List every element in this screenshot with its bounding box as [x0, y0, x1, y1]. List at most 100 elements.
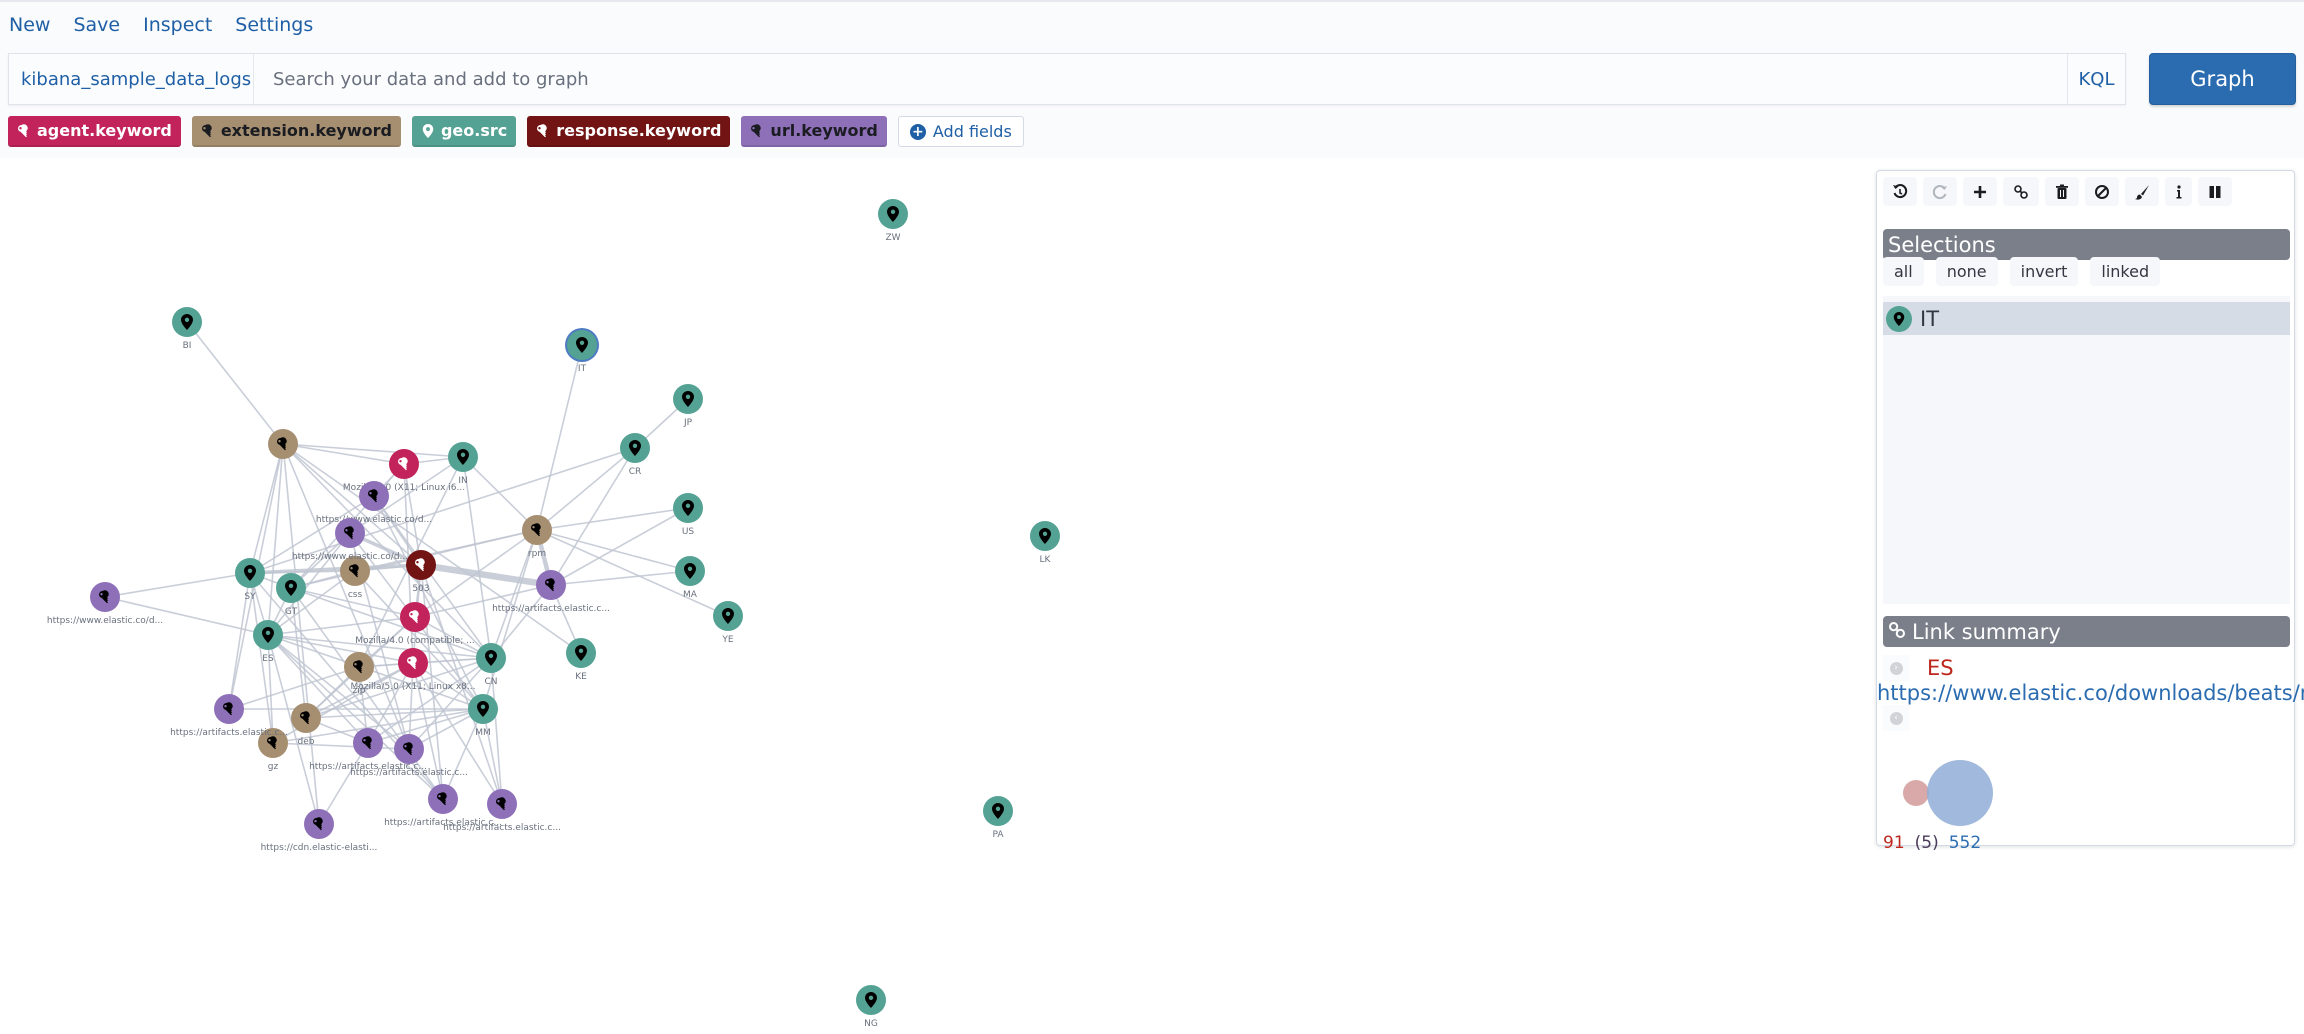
selections-header: Selections — [1883, 229, 2290, 260]
node-label: SY — [244, 592, 256, 602]
selection-item[interactable]: IT — [1883, 302, 2290, 335]
graph-node[interactable]: 503 — [406, 550, 436, 594]
style-button[interactable] — [2125, 177, 2159, 206]
graph-edge[interactable] — [462, 456, 538, 531]
graph-node[interactable]: https://cdn.elastic-elasti... — [261, 809, 378, 853]
node-label: https://artifacts.elastic.c... — [170, 728, 288, 738]
top-menu: New Save Inspect Settings — [9, 14, 336, 36]
select-source-button[interactable]: › — [1883, 655, 1909, 681]
graph-node[interactable]: https://artifacts.elastic.c... — [384, 784, 502, 828]
graph-edge[interactable] — [420, 561, 552, 589]
field-pill-agent-keyword[interactable]: agent.keyword — [8, 116, 181, 147]
graph-node[interactable]: LK — [1030, 521, 1060, 565]
node-label: YE — [721, 635, 733, 645]
field-pill-response-keyword[interactable]: response.keyword — [527, 116, 731, 147]
link-target-term[interactable]: https://www.elastic.co/downloads/beats/m — [1877, 681, 2304, 705]
graph-edge[interactable] — [282, 443, 464, 458]
node-label: BI — [183, 341, 192, 351]
graph-canvas[interactable]: BIITJPCRUSMAYEKEINSYGTESCNMMZWLKPANGrpmc… — [0, 158, 1870, 1034]
graph-node[interactable]: deb — [291, 703, 321, 747]
node-label: gz — [268, 762, 279, 772]
menu-new[interactable]: New — [9, 14, 50, 36]
node-label: deb — [298, 737, 315, 747]
redo-button[interactable] — [1923, 177, 1957, 206]
graph-node[interactable]: ZW — [878, 199, 908, 243]
graph-node[interactable]: CR — [620, 433, 650, 477]
graph-node[interactable]: US — [673, 493, 703, 537]
undo-button[interactable] — [1883, 177, 1917, 206]
select-none-button[interactable]: none — [1935, 257, 1998, 286]
graph-edge[interactable] — [186, 321, 284, 445]
node-label: rpm — [528, 549, 546, 559]
expand-button[interactable] — [1963, 177, 1997, 206]
select-target-button[interactable]: ‹ — [1883, 705, 1909, 731]
key-icon — [751, 123, 762, 137]
query-language-toggle[interactable]: KQL — [2067, 54, 2125, 104]
menu-inspect[interactable]: Inspect — [143, 14, 212, 36]
delete-button[interactable] — [2045, 177, 2079, 206]
pause-button[interactable] — [2198, 177, 2232, 206]
field-pill-url-keyword[interactable]: url.keyword — [741, 116, 887, 147]
menu-settings[interactable]: Settings — [235, 14, 313, 36]
menu-save[interactable]: Save — [73, 14, 120, 36]
node-label: ES — [262, 654, 274, 664]
graph-node[interactable]: PA — [983, 796, 1013, 840]
link-button[interactable] — [2003, 177, 2039, 206]
node-label: IT — [578, 364, 587, 374]
graph-node[interactable]: JP — [673, 384, 703, 428]
field-pill-label: geo.src — [440, 121, 508, 140]
field-pill-geo-src[interactable]: geo.src — [411, 116, 517, 147]
source-count: 91 — [1883, 833, 1905, 853]
overlap-count: (5) — [1914, 833, 1939, 853]
graph-node[interactable]: NG — [856, 985, 886, 1029]
node-label: https://cdn.elastic-elasti... — [261, 843, 378, 853]
info-button[interactable] — [2165, 177, 2192, 206]
node-label: KE — [575, 672, 587, 682]
graph-node[interactable]: SY — [235, 558, 265, 602]
node-label: US — [682, 527, 695, 537]
panel-toolbar — [1883, 177, 2232, 206]
graph-node[interactable]: CN — [476, 643, 506, 687]
graph-node[interactable]: Mozilla/4.0 (compatible; ... — [355, 602, 475, 646]
graph-node[interactable]: IT — [565, 328, 599, 374]
link-summary-title: Link summary — [1912, 619, 2061, 644]
node-label: https://artifacts.elastic.c... — [350, 768, 468, 778]
field-pill-extension-keyword[interactable]: extension.keyword — [191, 116, 401, 147]
graph-edge[interactable] — [104, 572, 251, 598]
nodes: BIITJPCRUSMAYEKEINSYGTESCNMMZWLKPANGrpmc… — [47, 199, 1060, 1029]
graph-node[interactable] — [268, 429, 298, 459]
graph-edge[interactable] — [462, 456, 492, 659]
graph-node[interactable]: ES — [253, 620, 283, 664]
plus-icon — [1974, 185, 1986, 198]
graph-node[interactable]: KE — [566, 638, 596, 682]
graph-submit-button[interactable]: Graph — [2149, 53, 2296, 105]
graph-node[interactable]: BI — [172, 307, 202, 351]
node-label: GT — [285, 607, 298, 617]
graph-node[interactable]: https://www.elastic.co/d... — [47, 582, 163, 626]
node-label: https://artifacts.elastic.c... — [492, 604, 610, 614]
undo-icon — [1893, 183, 1908, 198]
field-pill-label: agent.keyword — [37, 121, 172, 140]
search-input[interactable] — [254, 54, 2067, 104]
graph-node[interactable]: YE — [713, 601, 743, 645]
select-invert-button[interactable]: invert — [2009, 257, 2079, 286]
add-fields-label: Add fields — [932, 122, 1012, 141]
graph-node[interactable]: https://artifacts.elastic.c... — [443, 789, 561, 833]
node-label: 503 — [412, 584, 429, 594]
add-fields-button[interactable]: + Add fields — [897, 116, 1024, 147]
graph-edge[interactable] — [536, 344, 583, 531]
select-all-button[interactable]: all — [1883, 257, 1924, 286]
node-label: CN — [484, 677, 497, 687]
graph-edge[interactable] — [272, 742, 410, 750]
selections-title: Selections — [1888, 232, 1996, 257]
field-pill-label: extension.keyword — [220, 121, 392, 140]
pause-icon — [2209, 185, 2221, 198]
graph-edge[interactable] — [282, 443, 405, 465]
block-button[interactable] — [2085, 177, 2119, 206]
graph-node[interactable]: rpm — [522, 515, 552, 559]
graph-edge[interactable] — [550, 447, 636, 586]
key-icon — [18, 123, 28, 137]
paint-brush-icon — [2135, 184, 2149, 200]
select-linked-button[interactable]: linked — [2090, 257, 2161, 286]
index-pattern-selector[interactable]: kibana_sample_data_logs — [9, 54, 254, 104]
